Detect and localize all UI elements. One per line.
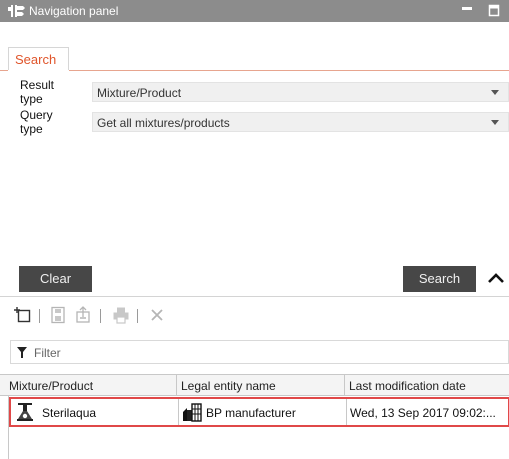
column-header-modified[interactable]: Last modification date	[345, 375, 509, 395]
clear-button[interactable]: Clear	[19, 266, 92, 292]
column-header-product[interactable]: Mixture/Product	[0, 375, 177, 395]
save-icon[interactable]	[49, 306, 67, 324]
funnel-icon	[17, 347, 27, 358]
tab-search[interactable]: Search	[8, 47, 69, 71]
chevron-down-icon	[491, 90, 499, 95]
title-bar: Navigation panel	[0, 0, 509, 22]
last-modified-date: Wed, 13 Sep 2017 09:02:...	[350, 406, 496, 420]
delete-icon[interactable]	[148, 306, 166, 324]
signpost-icon	[8, 5, 25, 17]
tab-strip: Search	[0, 22, 509, 71]
toolbar	[0, 296, 509, 334]
toolbar-separator	[137, 309, 138, 323]
results-table-header: Mixture/Product Legal entity name Last m…	[0, 374, 509, 396]
toolbar-separator	[39, 309, 40, 323]
toolbar-separator	[100, 309, 101, 323]
export-icon[interactable]	[74, 306, 92, 324]
factory-icon	[183, 403, 202, 422]
column-header-legal-entity[interactable]: Legal entity name	[177, 375, 345, 395]
maximize-icon[interactable]	[487, 3, 501, 17]
product-name: Sterilaqua	[42, 406, 97, 420]
result-type-value: Mixture/Product	[97, 86, 182, 100]
search-button[interactable]: Search	[403, 266, 476, 292]
chevron-down-icon	[491, 120, 499, 125]
chevron-up-icon[interactable]	[486, 268, 506, 288]
query-type-select[interactable]: Get all mixtures/products	[92, 112, 509, 132]
result-type-select[interactable]: Mixture/Product	[92, 82, 509, 102]
flask-icon	[17, 403, 33, 421]
query-type-value: Get all mixtures/products	[97, 116, 230, 130]
active-tab-indicator	[8, 70, 69, 72]
result-type-label: Result type	[20, 78, 55, 106]
filter-placeholder: Filter	[34, 346, 61, 360]
table-row[interactable]: Sterilaqua BP manufacturer Wed, 13 Sep 2…	[9, 397, 509, 427]
filter-input[interactable]: Filter	[10, 340, 509, 364]
minimize-icon[interactable]	[460, 3, 474, 17]
print-icon[interactable]	[112, 306, 130, 324]
legal-entity-name: BP manufacturer	[206, 406, 296, 420]
cell-divider	[178, 399, 179, 425]
cell-divider	[346, 399, 347, 425]
query-type-label: Query type	[20, 108, 53, 136]
new-icon[interactable]	[14, 306, 32, 324]
results-table-body: Sterilaqua BP manufacturer Wed, 13 Sep 2…	[8, 396, 509, 459]
window-title: Navigation panel	[29, 4, 119, 18]
